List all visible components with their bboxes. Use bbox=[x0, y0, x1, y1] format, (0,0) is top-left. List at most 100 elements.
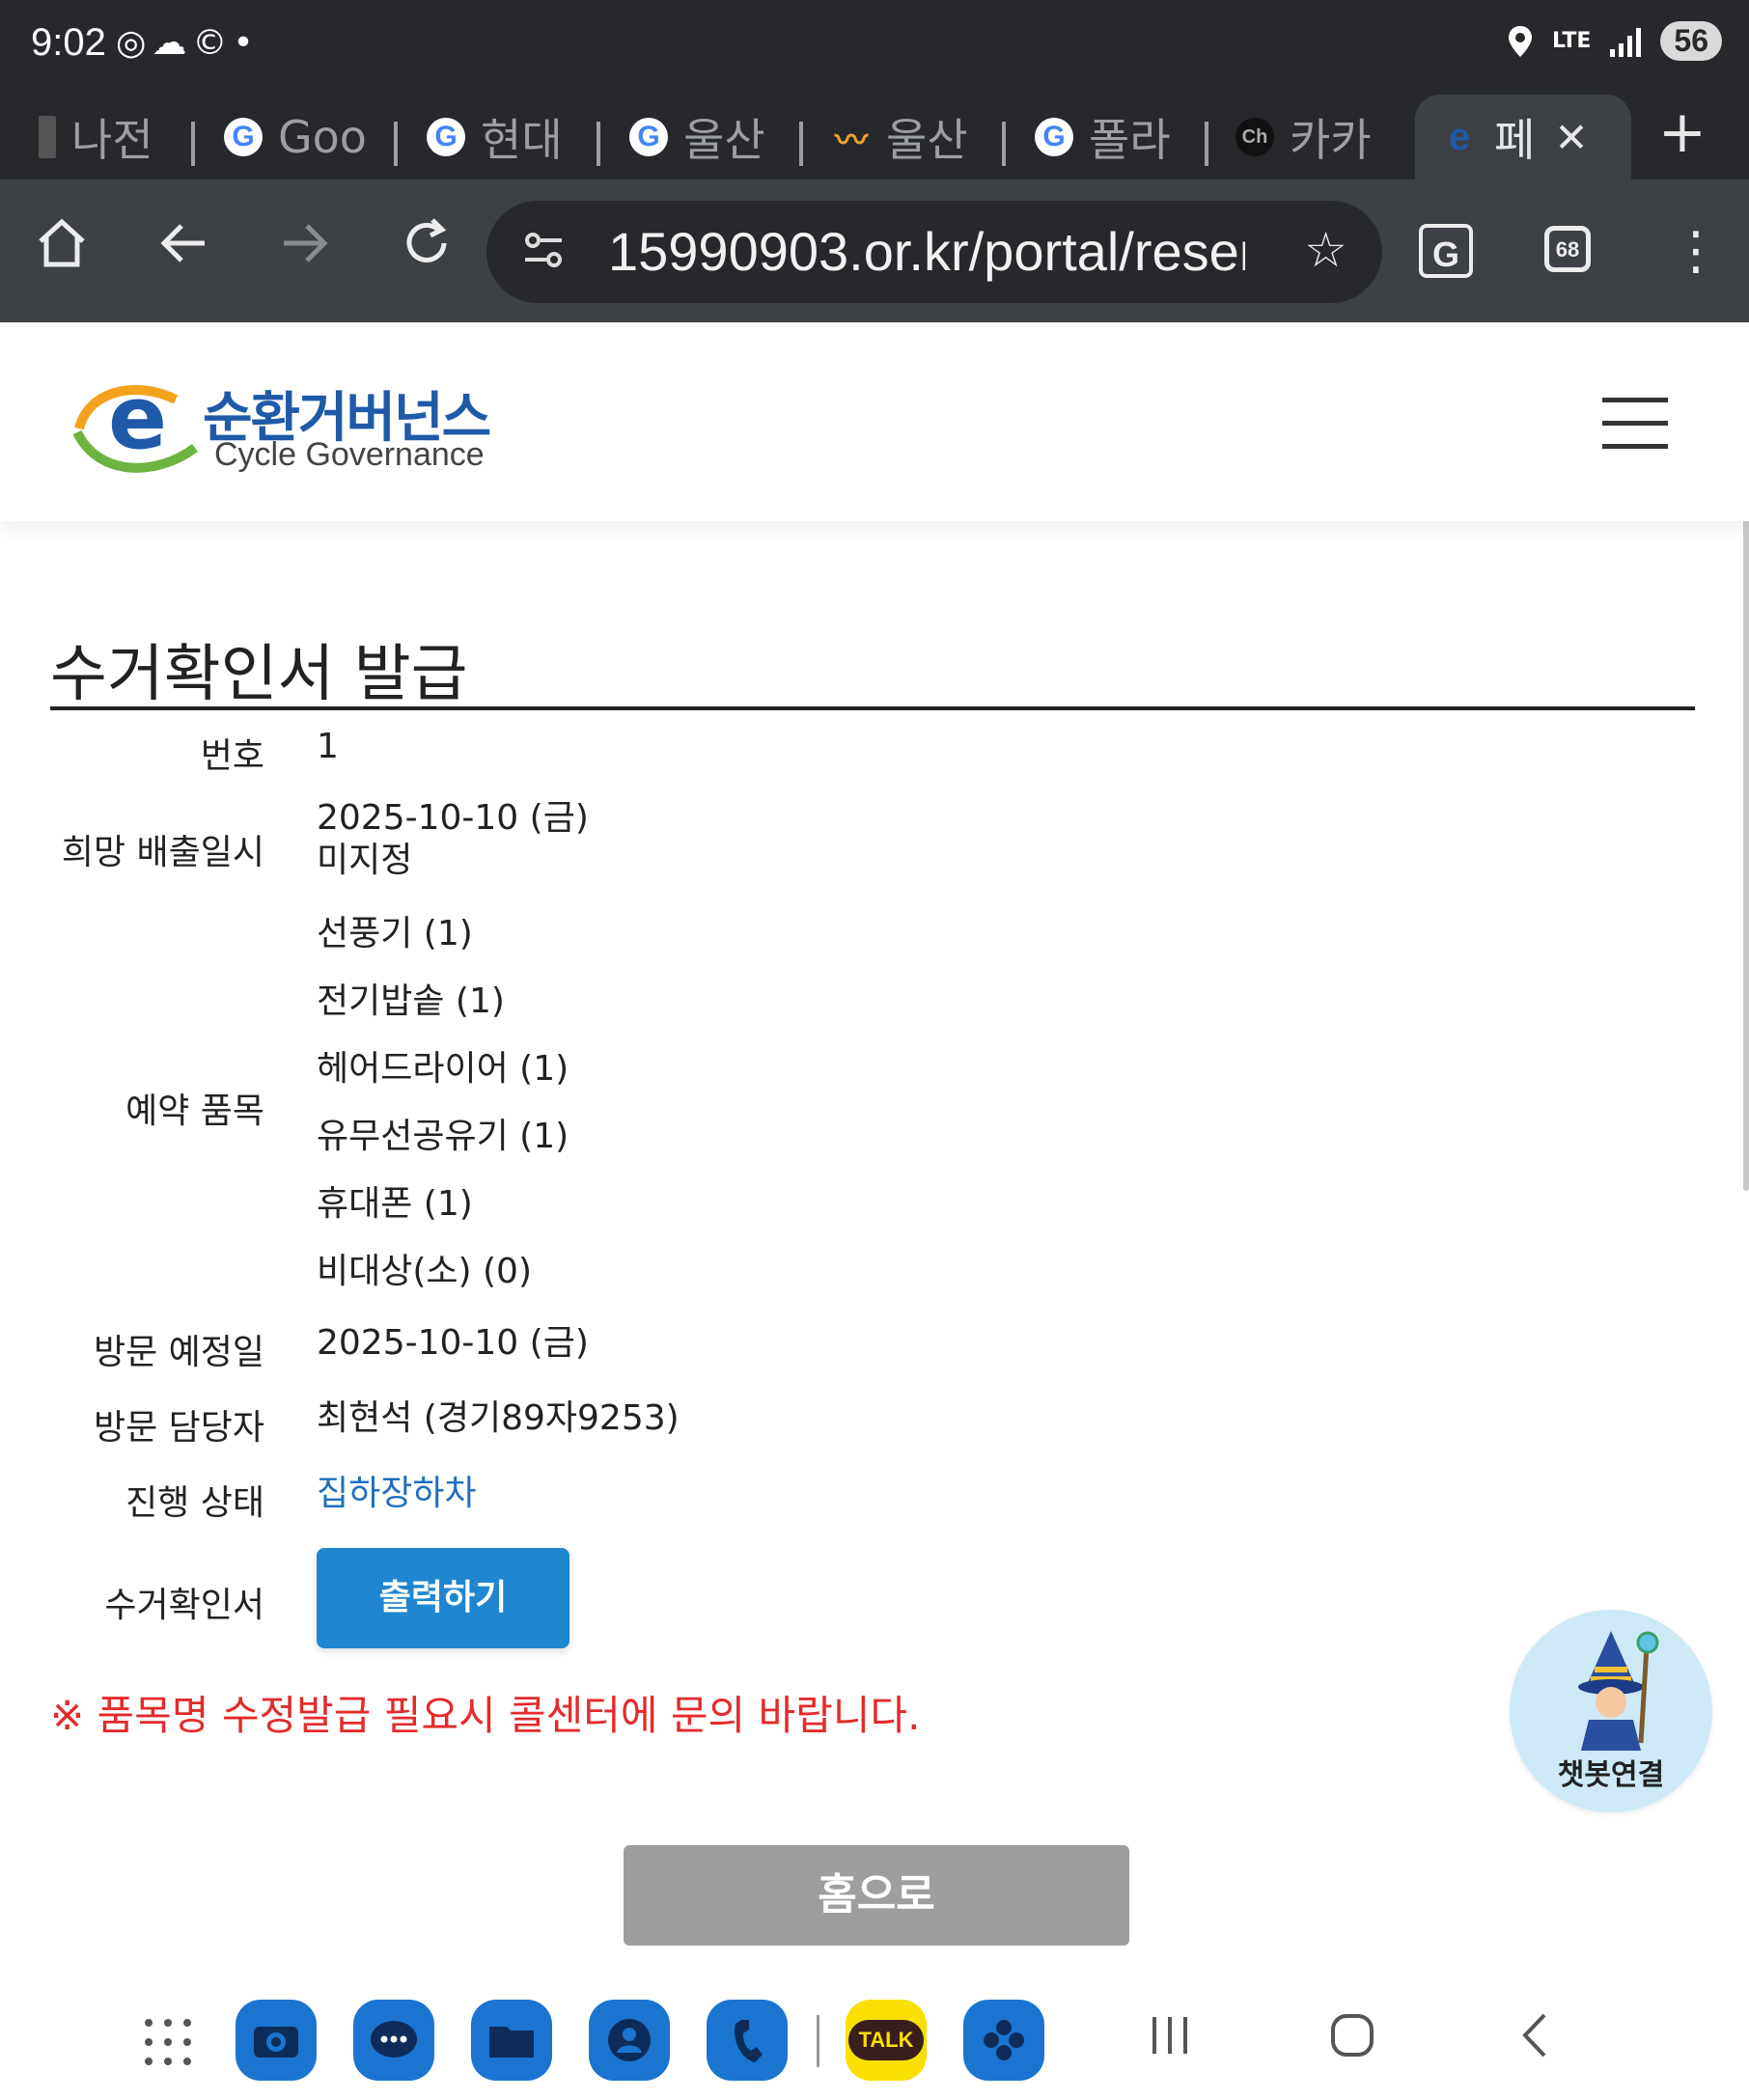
app-drawer-icon[interactable] bbox=[145, 2019, 191, 2065]
wave-icon: 〰 bbox=[835, 122, 868, 159]
visitor-label: 방문 담당자 bbox=[93, 1408, 264, 1448]
visit-date-value: 2025-10-10 (금) bbox=[317, 1323, 589, 1363]
reload-icon[interactable] bbox=[390, 214, 463, 288]
certificate-label: 수거확인서 bbox=[104, 1586, 264, 1625]
tab-3[interactable]: G 현대 bbox=[427, 95, 571, 180]
desired-date-label: 희망 배출일시 bbox=[61, 833, 264, 872]
progress-status-value: 집하장하차 bbox=[317, 1474, 477, 1513]
tab-label: 나전 bbox=[71, 114, 153, 166]
gallery-app-icon[interactable] bbox=[963, 2000, 1044, 2081]
forward-arrow-icon[interactable] bbox=[268, 214, 342, 288]
tab-strip: 나전 G Goo G 현대 G 울산 〰 울산 G 폴라 Ch 카카 e 페 ✕… bbox=[0, 81, 1749, 180]
google-icon: G bbox=[224, 118, 263, 156]
google-icon: G bbox=[1035, 118, 1073, 156]
tab-divider bbox=[1205, 122, 1208, 166]
phone-app-icon[interactable] bbox=[707, 2000, 788, 2081]
bar-icon bbox=[39, 116, 56, 158]
home-button[interactable]: 홈으로 bbox=[624, 1845, 1129, 1946]
location-icon bbox=[1508, 25, 1532, 57]
translate-icon[interactable]: G bbox=[1419, 224, 1473, 278]
tab-6[interactable]: G 폴라 bbox=[1035, 95, 1180, 180]
site-logo-icon[interactable]: e bbox=[69, 371, 212, 477]
tab-4[interactable]: G 울산 bbox=[629, 95, 774, 180]
reserved-item: 전기밥솥 (1) bbox=[317, 981, 505, 1021]
tab-divider bbox=[799, 122, 803, 166]
channel-icon: Ch bbox=[1235, 118, 1274, 156]
files-app-icon[interactable] bbox=[471, 2000, 552, 2081]
dock-divider bbox=[817, 2015, 819, 2067]
tab-label: 울산 bbox=[683, 114, 765, 166]
number-label: 번호 bbox=[200, 736, 264, 776]
network-label: LTE bbox=[1551, 29, 1592, 53]
menu-hamburger-icon[interactable] bbox=[1602, 398, 1668, 450]
reserved-item: 휴대폰 (1) bbox=[317, 1184, 473, 1224]
site-favicon-icon: e bbox=[1448, 115, 1471, 158]
home-icon[interactable] bbox=[25, 214, 98, 288]
chatbot-label: 챗봇연결 bbox=[1557, 1758, 1665, 1792]
tab-divider bbox=[394, 122, 398, 166]
tab-label: 페 bbox=[1494, 114, 1536, 166]
chatbot-button[interactable]: 챗봇연결 bbox=[1510, 1610, 1712, 1812]
tab-active[interactable]: e 페 ✕ bbox=[1415, 95, 1631, 180]
notification-icons: ◎☁©• bbox=[116, 23, 260, 63]
browser-toolbar: 15990903.or.kr/portal/reser ☆ G 68 ⋮ bbox=[0, 180, 1749, 322]
reserved-item: 헤어드라이어 (1) bbox=[317, 1049, 569, 1089]
close-tab-icon[interactable]: ✕ bbox=[1554, 114, 1588, 161]
home-nav-icon[interactable] bbox=[1328, 2009, 1376, 2071]
tab-label: 현대 bbox=[481, 114, 563, 166]
reserved-item: 유무선공유기 (1) bbox=[317, 1117, 569, 1156]
page-title: 수거확인서 발급 bbox=[50, 638, 468, 710]
back-nav-icon[interactable] bbox=[1515, 2009, 1554, 2071]
messages-app-icon[interactable] bbox=[353, 2000, 434, 2081]
status-time: 9:02 bbox=[31, 21, 106, 64]
new-tab-button[interactable]: + bbox=[1658, 98, 1707, 166]
tab-label: Goo bbox=[278, 111, 367, 163]
progress-status-label: 진행 상태 bbox=[125, 1483, 264, 1523]
tab-count-button[interactable]: 68 bbox=[1544, 226, 1591, 272]
tab-1[interactable]: 나전 bbox=[39, 95, 164, 180]
bookmark-star-icon[interactable]: ☆ bbox=[1304, 222, 1347, 278]
tab-2[interactable]: G Goo bbox=[224, 95, 369, 180]
reserved-item: 비대상(소) (0) bbox=[317, 1252, 533, 1291]
more-menu-icon[interactable]: ⋮ bbox=[1670, 214, 1722, 288]
recent-apps-icon[interactable] bbox=[1149, 2009, 1191, 2071]
contacts-app-icon[interactable] bbox=[589, 2000, 670, 2081]
address-bar[interactable]: 15990903.or.kr/portal/reser ☆ bbox=[486, 201, 1382, 303]
camera-app-icon[interactable] bbox=[236, 2000, 317, 2081]
signal-icon bbox=[1610, 27, 1642, 57]
system-dock: TALK bbox=[0, 1992, 1749, 2100]
status-bar: 9:02 ◎☁©• LTE 56 bbox=[0, 0, 1749, 81]
visitor-value: 최현석 (경기89자9253) bbox=[317, 1398, 680, 1438]
logo-english-name: Cycle Governance bbox=[214, 436, 485, 473]
wizard-mascot-icon bbox=[1578, 1631, 1659, 1751]
url-text[interactable]: 15990903.or.kr/portal/reser bbox=[608, 218, 1245, 286]
kakaotalk-app-icon[interactable]: TALK bbox=[846, 2000, 927, 2081]
back-arrow-icon[interactable] bbox=[147, 214, 220, 288]
site-header: e 순환거버넌스 Cycle Governance bbox=[0, 322, 1749, 521]
items-label: 예약 품목 bbox=[125, 1091, 264, 1131]
notice-text: ※ 품목명 수정발급 필요시 콜센터에 문의 바랍니다. bbox=[50, 1692, 921, 1739]
google-icon: G bbox=[427, 118, 465, 156]
desired-date-value: 2025-10-10 (금) bbox=[317, 798, 589, 838]
tab-divider bbox=[597, 122, 600, 166]
number-value: 1 bbox=[317, 727, 339, 766]
tab-7[interactable]: Ch 카카 bbox=[1235, 95, 1380, 180]
kakao-talk-label: TALK bbox=[848, 2020, 924, 2060]
status-right: LTE 56 bbox=[1506, 21, 1722, 61]
desired-time-value: 미지정 bbox=[317, 841, 413, 880]
site-settings-icon[interactable] bbox=[521, 228, 566, 272]
tab-divider bbox=[1002, 122, 1006, 166]
reserved-item: 선풍기 (1) bbox=[317, 914, 473, 953]
google-icon: G bbox=[629, 118, 668, 156]
visit-date-label: 방문 예정일 bbox=[93, 1333, 264, 1372]
print-button[interactable]: 출력하기 bbox=[317, 1548, 569, 1648]
tab-label: 카카 bbox=[1290, 114, 1372, 166]
title-divider bbox=[50, 706, 1695, 710]
tab-label: 울산 bbox=[886, 114, 968, 166]
battery-indicator: 56 bbox=[1660, 21, 1722, 61]
web-page: e 순환거버넌스 Cycle Governance 수거확인서 발급 번호 1 … bbox=[0, 322, 1749, 1992]
svg-text:e: e bbox=[108, 371, 167, 469]
tab-divider bbox=[191, 122, 195, 166]
tab-5[interactable]: 〰 울산 bbox=[832, 95, 977, 180]
tab-label: 폴라 bbox=[1089, 114, 1171, 166]
